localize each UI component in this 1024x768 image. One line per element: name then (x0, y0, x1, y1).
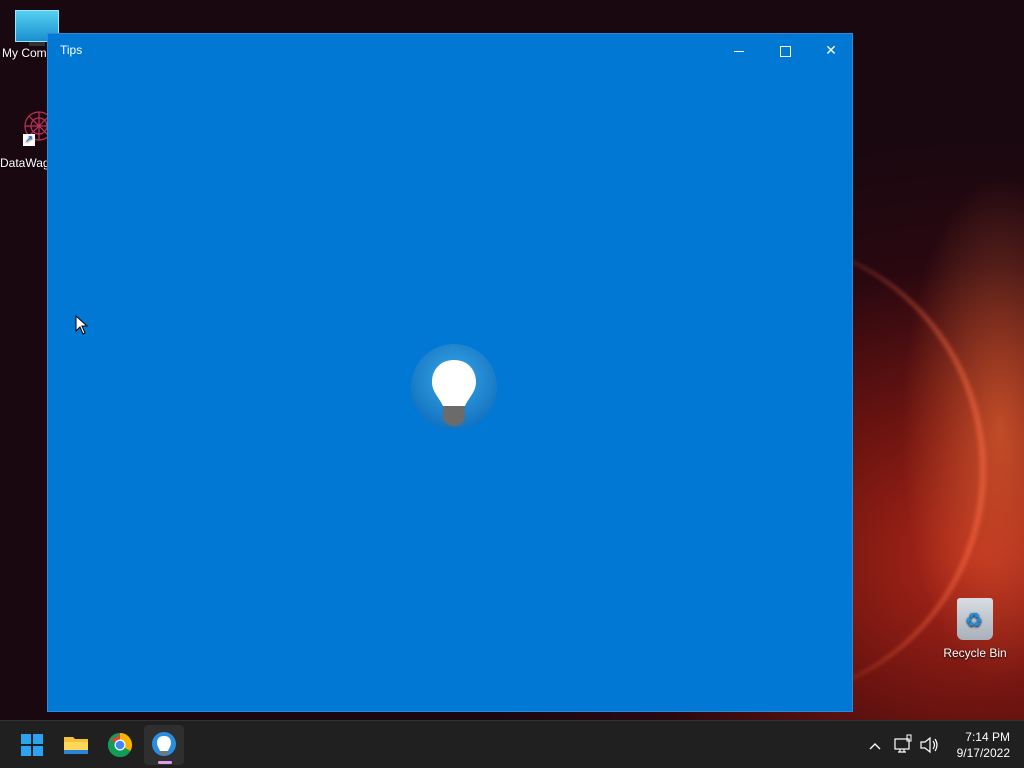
taskbar: 7:14 PM 9/17/2022 (0, 720, 1024, 768)
tips-taskbar-button[interactable] (144, 725, 184, 765)
volume-button[interactable] (918, 721, 940, 768)
file-explorer-button[interactable] (56, 725, 96, 765)
chevron-up-icon (869, 743, 881, 750)
windows-start-icon (21, 734, 43, 756)
chrome-button[interactable] (100, 725, 140, 765)
desktop-icon-label: Recycle Bin (943, 646, 1007, 660)
shortcut-arrow-icon: ↗ (23, 134, 35, 146)
network-button[interactable] (892, 721, 914, 768)
minimize-button[interactable] (716, 34, 762, 66)
chrome-icon (107, 733, 133, 758)
close-button[interactable]: ✕ (808, 34, 854, 66)
lightbulb-icon (152, 732, 176, 756)
folder-icon (64, 737, 88, 754)
lightbulb-icon (409, 342, 499, 432)
network-icon (894, 734, 912, 753)
clock-time: 7:14 PM (965, 730, 1010, 744)
active-app-indicator (158, 761, 172, 764)
show-hidden-icons-button[interactable] (866, 721, 884, 768)
start-button[interactable] (12, 725, 52, 765)
taskbar-clock[interactable]: 7:14 PM 9/17/2022 (940, 729, 1010, 761)
recycle-bin-icon: ♻ (957, 598, 993, 640)
title-bar[interactable]: Tips ✕ (48, 34, 852, 66)
mouse-cursor-icon (75, 315, 89, 335)
close-icon: ✕ (825, 42, 837, 58)
tips-window[interactable]: Tips ✕ (47, 33, 853, 712)
minimize-icon (734, 50, 744, 52)
window-title: Tips (60, 43, 83, 57)
maximize-button[interactable] (762, 34, 808, 66)
speaker-icon (920, 736, 938, 754)
clock-date: 9/17/2022 (956, 746, 1010, 760)
desktop-icon-recycle-bin[interactable]: ♻ Recycle Bin (940, 598, 1010, 660)
maximize-icon (779, 45, 791, 57)
